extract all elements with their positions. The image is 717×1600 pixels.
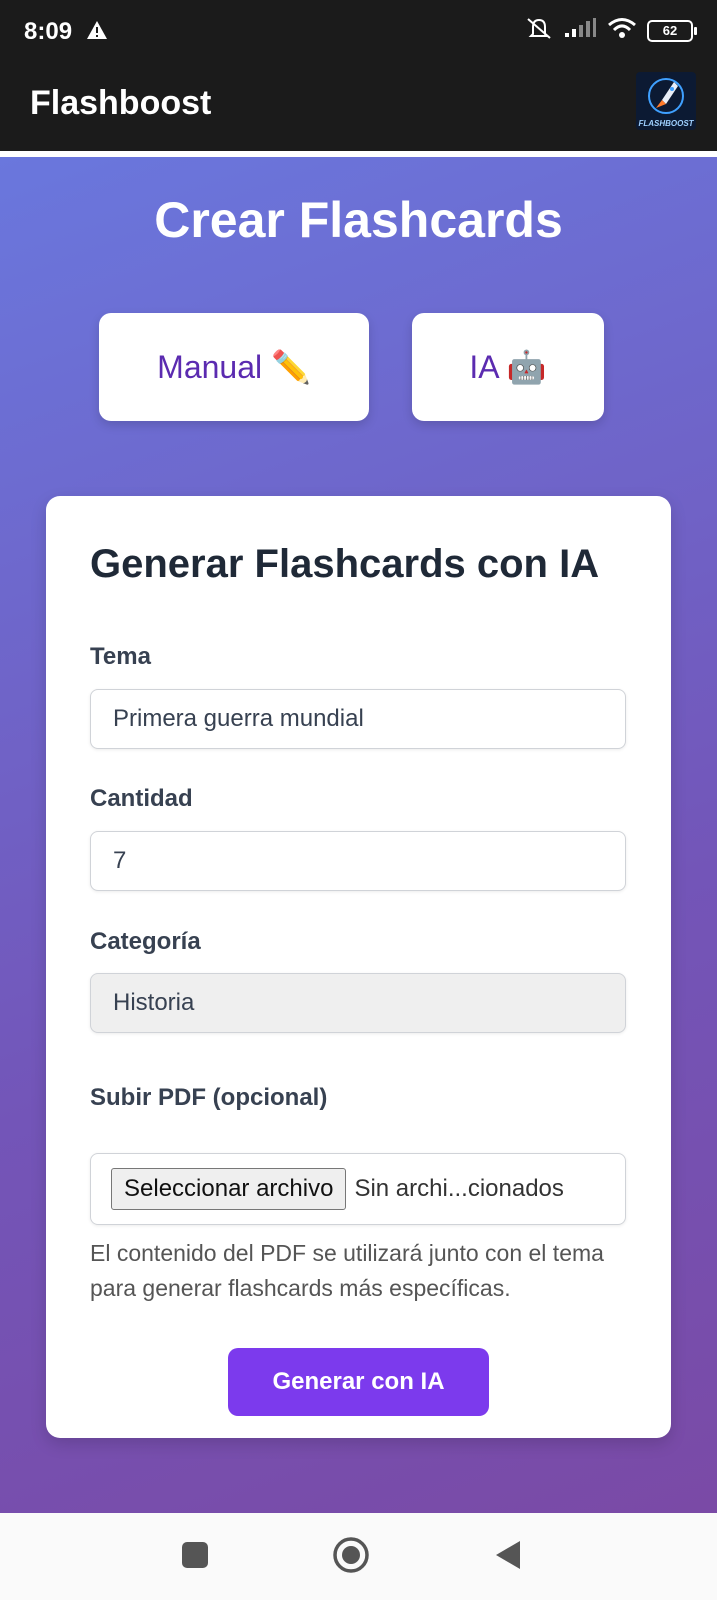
categoria-label: Categoría	[90, 928, 201, 955]
status-time: 8:09	[24, 18, 73, 45]
mute-icon	[525, 16, 553, 45]
battery-icon: 62	[647, 19, 697, 42]
file-status-text: Sin archi...cionados	[354, 1175, 564, 1202]
pdf-label: Subir PDF (opcional)	[90, 1084, 328, 1111]
status-icons: 62	[525, 16, 697, 45]
nav-recents-icon[interactable]	[181, 1541, 209, 1574]
tab-ia[interactable]: IA 🤖	[412, 313, 604, 421]
app-bar: Flashboost	[0, 50, 717, 151]
app-logo: FLASHBOOST	[636, 72, 696, 130]
warning-icon	[86, 20, 108, 45]
form-heading: Generar Flashcards con IA	[90, 542, 600, 586]
select-file-button[interactable]: Seleccionar archivo	[111, 1168, 347, 1210]
wifi-icon	[607, 17, 637, 44]
tab-manual[interactable]: Manual ✏️	[99, 313, 369, 421]
main-content: Crear Flashcards Manual ✏️ IA 🤖 Generar …	[0, 157, 717, 1513]
tema-input[interactable]: Primera guerra mundial	[90, 689, 626, 749]
pdf-file-input[interactable]: Seleccionar archivo Sin archi...cionados	[90, 1153, 626, 1225]
status-bar: 8:09 62	[0, 0, 717, 50]
system-nav-bar	[0, 1513, 717, 1600]
ai-form-card: Generar Flashcards con IA Tema Primera g…	[46, 496, 671, 1438]
cantidad-label: Cantidad	[90, 785, 193, 812]
logo-text: FLASHBOOST	[638, 119, 694, 128]
signal-icon	[563, 17, 597, 44]
nav-back-icon[interactable]	[493, 1539, 523, 1576]
page-title: Crear Flashcards	[154, 192, 563, 248]
nav-home-icon[interactable]	[332, 1536, 370, 1579]
tema-label: Tema	[90, 643, 151, 670]
pdf-help-text: El contenido del PDF se utilizará junto …	[90, 1240, 604, 1301]
generate-ai-button[interactable]: Generar con IA	[228, 1348, 489, 1416]
app-title: Flashboost	[30, 84, 212, 122]
cantidad-input[interactable]: 7	[90, 831, 626, 891]
categoria-field: Historia	[90, 973, 626, 1033]
